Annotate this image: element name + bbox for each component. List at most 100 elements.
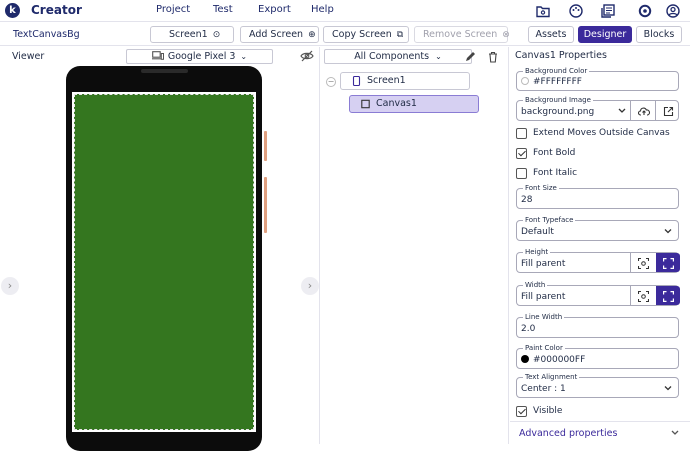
add-circle-icon: ⊕ [308,30,316,40]
background-color-field[interactable]: Background Color #FFFFFFFF [516,67,679,91]
font-typeface-select[interactable]: Font Typeface Default [516,216,679,241]
color-swatch [521,77,529,85]
designer-button[interactable]: Designer [578,26,632,43]
phone-frame [66,66,262,451]
menu-export[interactable]: Export [258,4,291,15]
copy-screen-label: Copy Screen [332,29,392,40]
account-icon[interactable] [666,4,680,18]
height-field[interactable]: Height Fill parent [516,248,680,273]
menu-test[interactable]: Test [213,4,233,15]
remove-screen-label: Remove Screen [423,29,498,40]
blocks-button[interactable]: Blocks [636,26,682,43]
field-value-wrap: #FFFFFFFF [521,77,582,87]
folder-icon[interactable] [536,4,550,18]
chevron-down-icon: ⌄ [435,52,442,61]
open-external-button[interactable] [655,101,680,120]
field-label: Font Size [523,184,559,193]
background-image-field[interactable]: Background Image background.png [516,96,680,121]
extend-moves-label: Extend Moves Outside Canvas [533,128,670,138]
viewer-panel: Viewer Google Pixel 3 ⌄ › › [0,47,320,451]
add-screen-label: Add Screen [249,29,304,40]
fit-screen-icon [638,258,649,269]
expand-right-icon[interactable]: › [301,277,319,295]
height-fill-button[interactable] [656,253,680,272]
settings-icon[interactable] [638,4,652,18]
menu-help[interactable]: Help [311,4,334,15]
height-fit-button[interactable] [630,253,656,272]
background-color-value: #FFFFFFFF [533,77,582,87]
fullscreen-icon [663,291,674,302]
remove-screen-button[interactable]: Remove Screen ⊗ [414,26,510,43]
upload-button[interactable] [630,101,655,120]
color-swatch [521,355,529,363]
viewer-label: Viewer [12,51,45,62]
add-screen-button[interactable]: Add Screen ⊕ [240,26,319,43]
font-size-field[interactable]: Font Size 28 [516,184,679,209]
font-italic-checkbox[interactable] [516,168,527,179]
phone-side-button [264,131,267,161]
width-fill-button[interactable] [656,286,680,305]
device-select[interactable]: Google Pixel 3 ⌄ [126,49,273,64]
canvas-square-icon [361,99,370,109]
extend-moves-checkbox[interactable] [516,128,527,139]
paint-color-field[interactable]: Paint Color #000000FF [516,344,679,369]
chevron-down-icon: ⌄ [240,52,248,61]
properties-panel: Canvas1 Properties Background Color #FFF… [510,47,690,444]
phone-speaker [141,69,188,73]
fullscreen-icon [663,258,674,269]
field-label: Background Color [523,67,590,76]
line-width-field[interactable]: Line Width 2.0 [516,313,679,338]
advanced-properties-toggle[interactable]: Advanced properties [510,421,690,443]
phone-screen[interactable] [72,92,256,432]
paint-color-value: #000000FF [533,355,586,365]
project-name: TextCanvasBg [13,29,80,40]
library-icon[interactable] [601,4,615,18]
project-toolbar: TextCanvasBg Screen1 ⊙ Add Screen ⊕ Copy S… [0,23,690,46]
app-logo[interactable]: k [5,3,20,18]
font-bold-label: Font Bold [533,148,576,158]
tree-node-canvas1[interactable]: Canvas1 [349,95,479,113]
height-value: Fill parent [521,259,566,269]
text-alignment-value: Center : 1 [521,384,566,394]
component-filter-select[interactable]: All Components ⌄ [324,49,472,64]
canvas-component[interactable] [74,94,254,430]
chevron-down-icon [664,386,672,391]
advanced-properties-label: Advanced properties [519,428,618,439]
visible-label: Visible [533,406,563,416]
font-bold-checkbox[interactable] [516,148,527,159]
chevron-down-icon [671,430,679,435]
menu-project[interactable]: Project [156,4,190,15]
properties-title: Canvas1 Properties [515,50,607,61]
open-external-icon [663,106,674,117]
text-alignment-select[interactable]: Text Alignment Center : 1 [516,373,679,398]
phone-volume-button [264,177,267,233]
field-label: Width [523,281,548,290]
visible-checkbox[interactable] [516,406,527,417]
copy-screen-button[interactable]: Copy Screen ⧉ [323,26,409,43]
field-label: Font Typeface [523,216,576,225]
edit-pencil-icon[interactable] [464,51,476,63]
chevron-down-icon [664,229,672,234]
component-filter-label: All Components [354,51,430,62]
field-label: Background Image [523,96,593,105]
delete-trash-icon[interactable] [487,51,499,63]
tree-node-screen1[interactable]: Screen1 [340,72,470,90]
tree-node-label: Screen1 [367,75,406,86]
remove-circle-icon: ⊗ [502,30,510,40]
expand-left-icon[interactable]: › [1,277,19,295]
component-tree-panel: All Components ⌄ − Screen1 Canvas1 [321,47,509,444]
field-label: Height [523,248,551,257]
font-size-value: 28 [521,195,533,205]
width-fit-button[interactable] [630,286,656,305]
field-label: Paint Color [523,344,565,353]
hide-eye-icon[interactable] [300,50,314,62]
assets-button[interactable]: Assets [528,26,574,43]
devices-icon [151,51,164,60]
collapse-screen1-icon[interactable]: − [326,77,336,87]
font-italic-label: Font Italic [533,168,578,178]
palette-icon[interactable] [569,4,583,18]
tree-node-label: Canvas1 [376,98,417,109]
screen-select[interactable]: Screen1 ⊙ [150,26,234,43]
field-value-wrap: #000000FF [521,355,585,365]
width-field[interactable]: Width Fill parent [516,281,680,306]
